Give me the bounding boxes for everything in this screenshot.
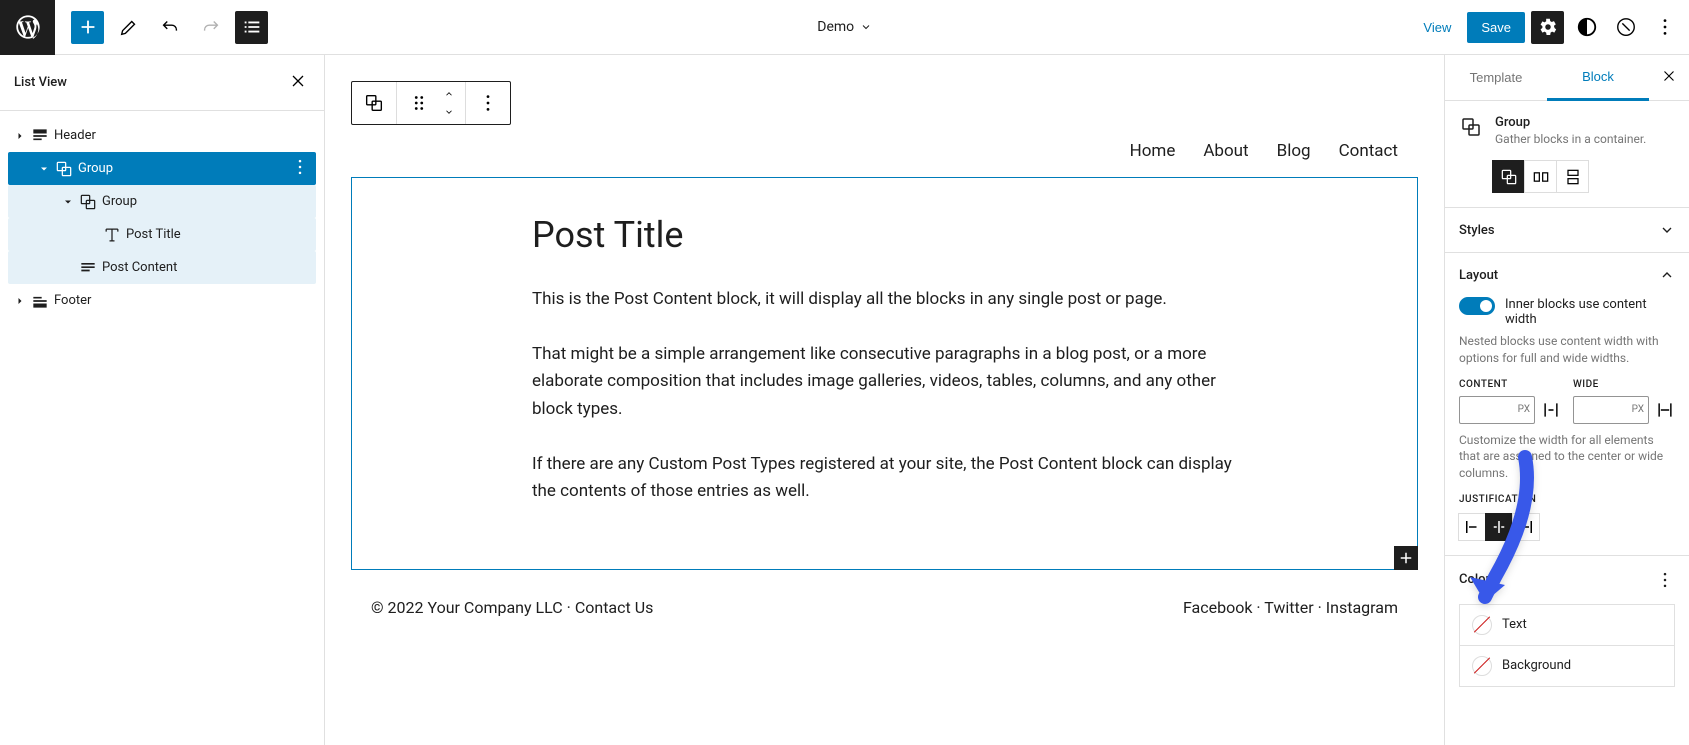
chevron-right-icon bbox=[14, 130, 26, 142]
styles-panel-header[interactable]: Styles bbox=[1445, 208, 1689, 252]
content-width-toggle[interactable] bbox=[1459, 297, 1495, 315]
more-icon[interactable] bbox=[1655, 570, 1675, 590]
drag-handle[interactable] bbox=[401, 85, 437, 121]
content-width-icon bbox=[1541, 396, 1561, 424]
chevron-down-icon bbox=[1659, 222, 1675, 238]
wide-width-input[interactable]: PX bbox=[1573, 396, 1649, 424]
undo-button[interactable] bbox=[153, 11, 186, 44]
save-button[interactable]: Save bbox=[1467, 12, 1525, 43]
edit-button[interactable] bbox=[112, 11, 145, 44]
wide-width-icon bbox=[1655, 396, 1675, 424]
variation-row-button[interactable] bbox=[1524, 160, 1557, 193]
chevron-down-icon bbox=[38, 163, 50, 175]
post-title[interactable]: Post Title bbox=[532, 214, 1237, 256]
list-view-title: List View bbox=[14, 75, 67, 90]
variation-stack-button[interactable] bbox=[1556, 160, 1589, 193]
footer-block-icon bbox=[30, 291, 54, 311]
header-block-icon bbox=[30, 126, 54, 146]
close-list-view-button[interactable] bbox=[284, 67, 312, 98]
tab-block[interactable]: Block bbox=[1547, 55, 1649, 101]
view-button[interactable]: View bbox=[1413, 14, 1461, 41]
chevron-down-icon bbox=[62, 196, 74, 208]
tree-item-group-inner[interactable]: Group bbox=[8, 185, 316, 218]
block-name: Group bbox=[1495, 115, 1646, 130]
add-block-button[interactable] bbox=[71, 11, 104, 44]
move-down-button[interactable] bbox=[437, 103, 461, 121]
tree-item-header[interactable]: Header bbox=[8, 119, 316, 152]
chevron-down-icon bbox=[860, 21, 872, 33]
social-link[interactable]: Twitter bbox=[1264, 598, 1313, 617]
move-up-button[interactable] bbox=[437, 85, 461, 103]
color-panel-header[interactable]: Color bbox=[1445, 556, 1689, 604]
background-color-item[interactable]: Background bbox=[1459, 645, 1675, 687]
styles-button[interactable] bbox=[1570, 11, 1603, 44]
list-view-button[interactable] bbox=[235, 11, 268, 44]
document-title[interactable]: Demo bbox=[817, 19, 854, 35]
color-swatch bbox=[1472, 656, 1492, 676]
group-block-icon bbox=[54, 159, 78, 179]
nav-menu: Home About Blog Contact bbox=[351, 133, 1418, 177]
settings-button[interactable] bbox=[1531, 11, 1564, 44]
group-block-icon bbox=[78, 192, 102, 212]
content-block-icon bbox=[78, 258, 102, 278]
group-block[interactable]: Post Title This is the Post Content bloc… bbox=[351, 177, 1418, 570]
chevron-right-icon bbox=[14, 295, 26, 307]
variation-group-button[interactable] bbox=[1492, 160, 1525, 193]
redo-button[interactable] bbox=[194, 11, 227, 44]
text-color-item[interactable]: Text bbox=[1459, 604, 1675, 646]
footer-social: Facebook · Twitter · Instagram bbox=[1183, 598, 1398, 617]
layout-panel-header[interactable]: Layout bbox=[1445, 253, 1689, 297]
group-block-icon bbox=[1459, 115, 1483, 146]
chevron-up-icon bbox=[1659, 267, 1675, 283]
footer-copyright: © 2022 Your Company LLC · Contact Us bbox=[371, 598, 653, 617]
nav-link[interactable]: Contact bbox=[1339, 141, 1398, 161]
block-more-button[interactable] bbox=[470, 85, 506, 121]
close-settings-button[interactable] bbox=[1649, 55, 1689, 100]
title-block-icon bbox=[102, 225, 126, 245]
more-icon[interactable] bbox=[290, 157, 310, 177]
block-description: Gather blocks in a container. bbox=[1495, 132, 1646, 146]
block-toolbar bbox=[351, 81, 511, 125]
checklist-button[interactable] bbox=[1609, 11, 1642, 44]
content-width-input[interactable]: PX bbox=[1459, 396, 1535, 424]
nav-link[interactable]: Blog bbox=[1277, 141, 1311, 161]
social-link[interactable]: Facebook bbox=[1183, 598, 1252, 617]
more-menu-button[interactable] bbox=[1648, 11, 1681, 44]
social-link[interactable]: Instagram bbox=[1326, 598, 1398, 617]
block-type-button[interactable] bbox=[356, 85, 392, 121]
nav-link[interactable]: About bbox=[1203, 141, 1248, 161]
justify-left-button[interactable] bbox=[1458, 513, 1486, 541]
justify-center-button[interactable] bbox=[1485, 513, 1513, 541]
tree-item-post-title[interactable]: Post Title bbox=[8, 218, 316, 251]
justify-right-button[interactable] bbox=[1512, 513, 1540, 541]
post-content[interactable]: This is the Post Content block, it will … bbox=[532, 286, 1237, 505]
tab-template[interactable]: Template bbox=[1445, 55, 1547, 100]
tree-item-footer[interactable]: Footer bbox=[8, 284, 316, 317]
insert-block-button[interactable] bbox=[1394, 546, 1418, 570]
color-swatch bbox=[1472, 615, 1492, 635]
wordpress-logo[interactable] bbox=[0, 0, 55, 55]
contact-link[interactable]: Contact Us bbox=[575, 598, 654, 617]
tree-item-post-content[interactable]: Post Content bbox=[8, 251, 316, 284]
tree-item-group[interactable]: Group bbox=[8, 152, 316, 185]
nav-link[interactable]: Home bbox=[1130, 141, 1176, 161]
